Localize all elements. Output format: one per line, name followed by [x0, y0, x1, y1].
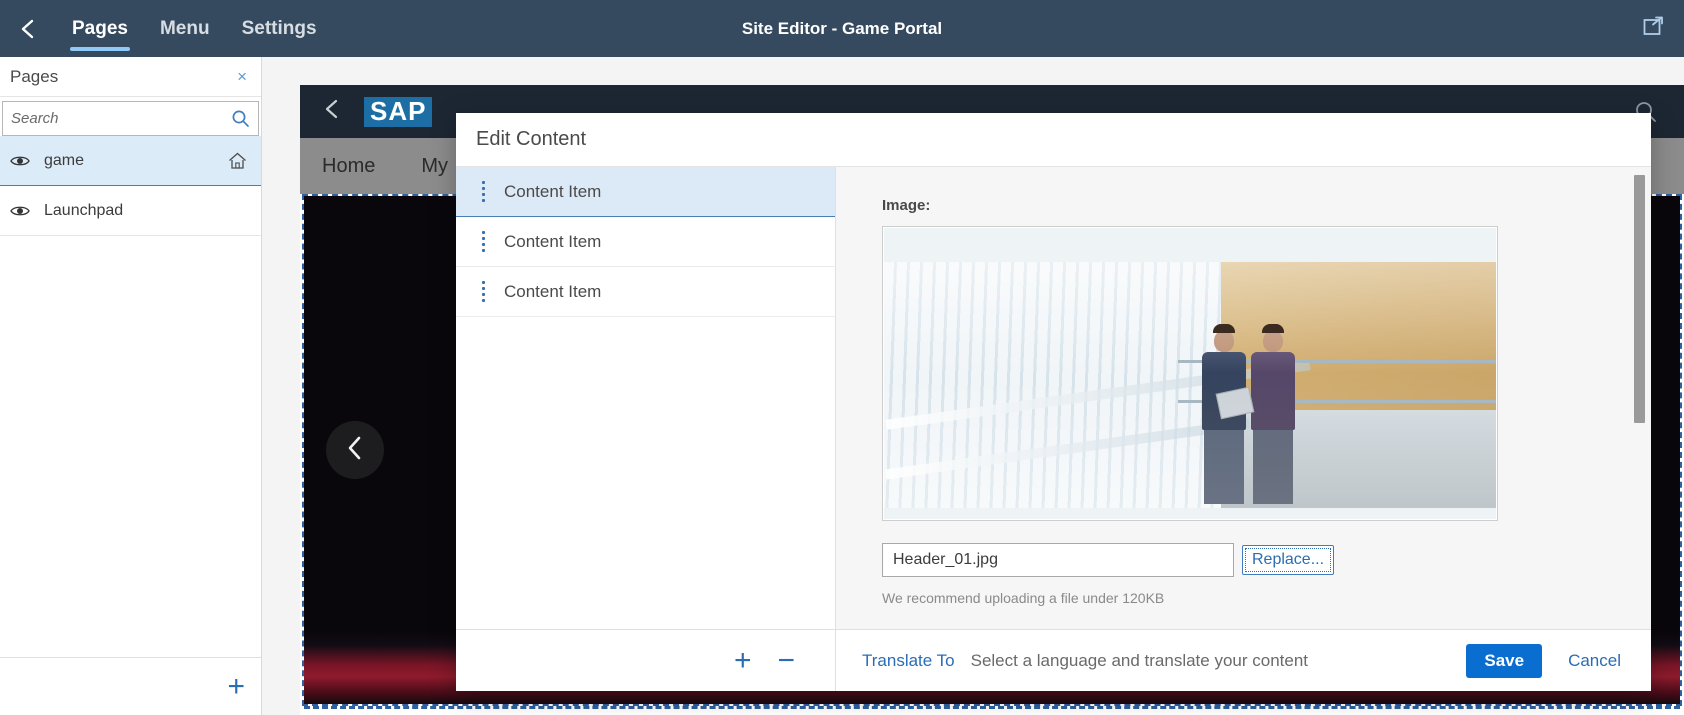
carousel-prev-button[interactable]	[326, 421, 384, 479]
sidebar-item-game[interactable]: game	[0, 136, 261, 186]
list-item[interactable]: Content Item	[456, 267, 835, 317]
tab-settings[interactable]: Settings	[226, 0, 333, 57]
sidebar-item-launchpad-label: Launchpad	[44, 201, 124, 219]
page-list: game Launchpad	[0, 136, 261, 657]
replace-button[interactable]: Replace...	[1242, 545, 1335, 575]
chevron-left-icon	[18, 18, 38, 40]
pages-sidebar: Pages × game Launc	[0, 57, 262, 715]
cancel-button[interactable]: Cancel	[1562, 650, 1627, 672]
tab-menu[interactable]: Menu	[144, 0, 226, 57]
home-icon[interactable]	[228, 152, 247, 170]
search-input[interactable]	[9, 109, 231, 128]
image-field-label: Image:	[882, 197, 931, 214]
save-button[interactable]: Save	[1466, 643, 1543, 678]
drag-handle-icon[interactable]	[470, 231, 496, 252]
list-item-label: Content Item	[504, 181, 602, 201]
search-icon[interactable]	[231, 109, 250, 128]
chevron-left-icon	[322, 98, 342, 125]
sidebar-header: Pages ×	[0, 57, 261, 97]
translate-hint: Select a language and translate your con…	[970, 650, 1309, 670]
preview-back-button[interactable]	[300, 98, 364, 125]
tab-pages[interactable]: Pages	[56, 0, 144, 57]
tab-settings-label: Settings	[241, 17, 317, 39]
preview-nav-my[interactable]: My	[421, 155, 448, 178]
app-bar-actions	[1636, 0, 1674, 57]
footer-main-actions: Translate To Select a language and trans…	[836, 643, 1651, 678]
image-preview-box	[882, 226, 1498, 521]
open-in-new-window-icon	[1642, 15, 1664, 42]
item-actions: + −	[456, 630, 836, 691]
edit-content-dialog: Edit Content Content Item Content Item C…	[456, 113, 1651, 691]
back-button[interactable]	[0, 0, 56, 57]
drag-handle-icon[interactable]	[470, 181, 496, 202]
dialog-body: Content Item Content Item Content Item I…	[456, 167, 1651, 629]
image-preview	[884, 228, 1496, 519]
list-item[interactable]: Content Item	[456, 217, 835, 267]
chevron-left-icon	[342, 434, 368, 467]
preview-bottom-strip	[304, 706, 1680, 715]
add-page-button[interactable]: +	[227, 671, 245, 702]
dialog-buttons: Save Cancel	[1466, 643, 1627, 678]
sidebar-title: Pages	[10, 66, 59, 86]
image-photo	[884, 262, 1496, 508]
content-items-pane: Content Item Content Item Content Item	[456, 167, 836, 629]
image-filename-input[interactable]	[882, 543, 1234, 577]
dialog-footer: + − Translate To Select a language and t…	[456, 629, 1651, 691]
tab-pages-label: Pages	[72, 17, 128, 39]
detail-scrollbar[interactable]	[1634, 175, 1645, 423]
top-app-bar: Pages Menu Settings Site Editor - Game P…	[0, 0, 1684, 57]
eye-icon[interactable]	[10, 204, 40, 218]
remove-content-item-button[interactable]: −	[777, 645, 795, 676]
app-tabs: Pages Menu Settings	[56, 0, 333, 57]
dialog-title: Edit Content	[476, 128, 587, 150]
tab-menu-label: Menu	[159, 17, 210, 39]
sidebar-item-launchpad[interactable]: Launchpad	[0, 186, 261, 236]
eye-icon[interactable]	[10, 154, 40, 168]
sidebar-footer: +	[0, 657, 261, 715]
upload-hint: We recommend uploading a file under 120K…	[882, 590, 1165, 606]
content-detail-pane: Image: Header_01.jpg Replace... We recom…	[836, 167, 1651, 629]
translate-to-link[interactable]: Translate To	[862, 651, 955, 671]
list-item[interactable]: Content Item	[456, 167, 835, 217]
list-item-label: Content Item	[504, 281, 602, 301]
search-row	[2, 101, 259, 136]
sidebar-item-game-label: game	[44, 151, 85, 169]
preview-logo: SAP	[364, 96, 433, 127]
add-content-item-button[interactable]: +	[734, 645, 752, 676]
list-item-label: Content Item	[504, 231, 602, 251]
file-row: Replace...	[882, 543, 1651, 577]
close-icon[interactable]: ×	[237, 68, 247, 85]
dialog-header: Edit Content	[456, 113, 1651, 167]
app-root: Pages Menu Settings Site Editor - Game P…	[0, 0, 1684, 715]
open-in-new-window-button[interactable]	[1636, 12, 1670, 46]
drag-handle-icon[interactable]	[470, 281, 496, 302]
preview-nav-home[interactable]: Home	[322, 155, 375, 178]
